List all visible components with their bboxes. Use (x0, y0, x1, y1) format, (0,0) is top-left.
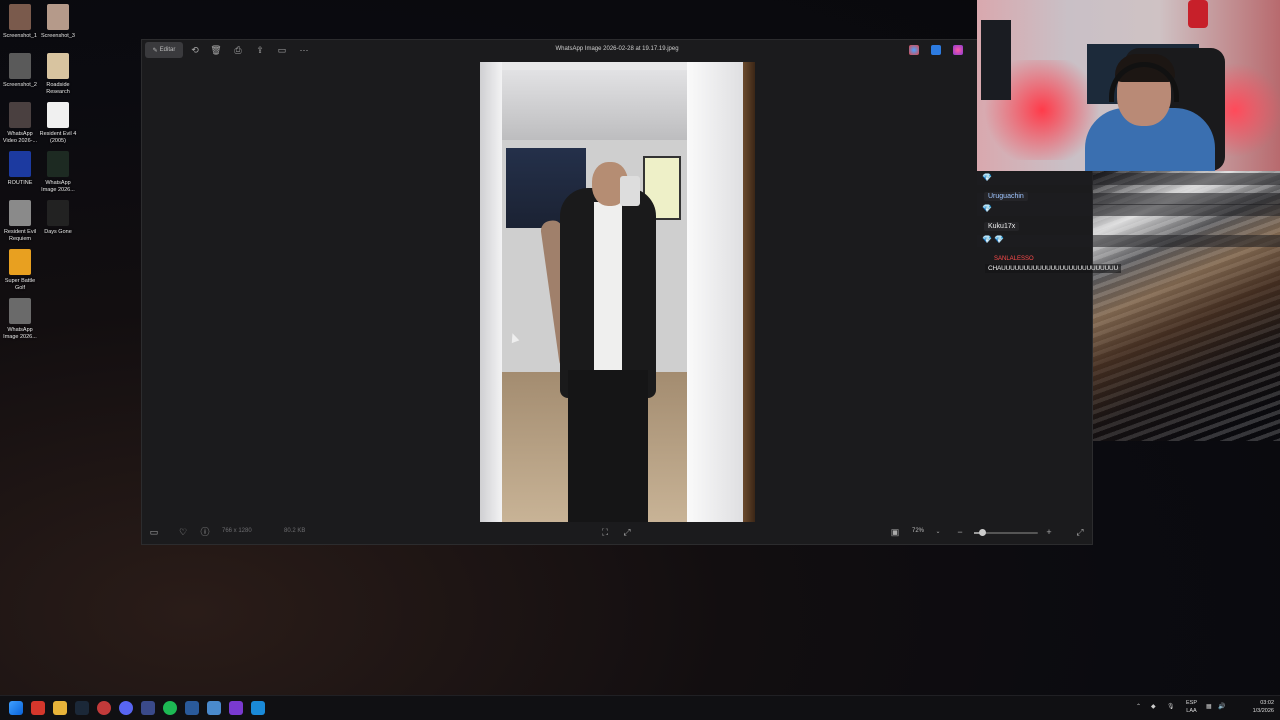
desktop-icon-label: Super Battle Golf (4, 278, 36, 291)
clock-date: 1/3/2026 (1252, 708, 1274, 714)
chat-emote: 💎 (982, 173, 992, 182)
desktop-icon-image (9, 4, 31, 30)
tray-app-icon[interactable]: ◆ (1151, 703, 1156, 710)
desktop-icon[interactable]: WhatsApp Video 2026-... (0, 102, 40, 145)
desktop-icon-image (9, 53, 31, 79)
desktop-icon[interactable]: Days Gone (38, 200, 78, 236)
desktop-icon[interactable]: Resident Evil 4 (2005) (38, 102, 78, 145)
chat-user-kuku17x: Kuku17x (984, 222, 1020, 231)
photos-icon[interactable] (251, 701, 265, 715)
desktop-icon-label: Screenshot_1 (3, 33, 37, 39)
desktop-icon[interactable]: Roadside Research (38, 53, 78, 96)
desktop-icon-label: Screenshot_3 (41, 33, 75, 39)
desktop-icon[interactable]: Screenshot_2 (0, 53, 40, 89)
app-icon[interactable] (207, 701, 221, 715)
bottom-bar: ▭ ♡ ⓘ 766 x 1280 80.2 KB ⛶ ⤢ ▣ 72% ⌄ − +… (142, 520, 1092, 544)
edit-in-app-icon[interactable] (931, 45, 941, 55)
chat-message: 💎 (982, 173, 992, 182)
desktop-icon-image (47, 151, 69, 177)
microphone-icon[interactable]: 🎙 (1167, 703, 1175, 710)
desktop-icon-label: WhatsApp Video 2026-... (2, 131, 38, 144)
designer-icon[interactable] (953, 45, 963, 55)
desktop-icon-image (9, 298, 31, 324)
chat-emote: 💎 (982, 204, 992, 213)
desktop-icon[interactable]: WhatsApp Image 2026... (0, 298, 40, 341)
desktop-icon-image (9, 249, 31, 275)
language-code: ESP LAA (1186, 700, 1198, 714)
actual-size-icon[interactable]: ⤢ (621, 526, 633, 538)
image-dimensions: 766 x 1280 (222, 528, 252, 534)
desktop-icon-image (47, 4, 69, 30)
chat-username: SANLALESSO (994, 255, 1034, 262)
desktop-icon-label: Roadside Research (46, 82, 70, 95)
desktop-icon[interactable]: Super Battle Golf (0, 249, 40, 292)
desktop-icon-label: Resident Evil Requiem (3, 229, 37, 242)
title-bar: ✎ Editar ⟲ 🗑 ⎙ ⇪ ▭ ⋯ WhatsApp Image 2026… (142, 40, 1092, 62)
file-explorer-icon[interactable] (53, 701, 67, 715)
window-title: WhatsApp Image 2026-02-28 at 19.17.19.jp… (555, 46, 679, 52)
chat-user-sanlalesso: SANLALESSO (994, 256, 1034, 262)
chat-username: Kuku17x (984, 222, 1020, 231)
desktop-icon-label: WhatsApp Image 2026... (41, 180, 75, 193)
desktop-icon-label: Screenshot_2 (3, 82, 37, 88)
clock[interactable]: 03:02 1/3/2026 (1253, 699, 1274, 715)
zoom-slider-thumb[interactable] (978, 529, 986, 536)
desktop-icon-label: WhatsApp Image 2026... (3, 327, 37, 340)
start-icon[interactable] (9, 701, 23, 715)
chat-user-uruguachin: Uruguachin (984, 192, 1028, 201)
chat-message-text: CHAUUUUUUUUUUUUUUUUUUUUUUUUUU (985, 264, 1121, 273)
copilot-icon[interactable] (909, 45, 919, 55)
app-icon[interactable] (229, 701, 243, 715)
chrome-icon[interactable] (97, 701, 111, 715)
filmstrip-icon[interactable]: ▭ (148, 526, 160, 538)
zoom-in-icon[interactable]: + (1043, 526, 1055, 538)
browser-icon[interactable] (31, 701, 45, 715)
fullscreen-icon[interactable]: ⤢ (1074, 526, 1086, 538)
favorite-icon[interactable]: ♡ (177, 526, 189, 538)
desktop-icon[interactable]: ROUTINE (0, 151, 40, 187)
network-icon[interactable]: ▦ (1206, 703, 1212, 710)
mirror-selfie-photo (480, 62, 755, 522)
desktop-icon[interactable]: Resident Evil Requiem (0, 200, 40, 243)
desktop-icon-label: Resident Evil 4 (2005) (39, 131, 77, 144)
discord-icon[interactable] (119, 701, 133, 715)
zoom-percentage[interactable]: 72% (912, 528, 924, 534)
desktop-icon[interactable]: Screenshot_1 (0, 4, 40, 40)
file-size: 80.2 KB (284, 528, 306, 534)
chat-emote: 💎 💎 (982, 235, 1005, 244)
clock-time: 03:02 (1260, 700, 1274, 706)
webcam-overlay (977, 0, 1280, 171)
volume-icon[interactable]: 🔊 (1218, 703, 1225, 710)
zoom-out-icon[interactable]: − (954, 526, 966, 538)
screenshot-icon[interactable]: ▣ (889, 526, 901, 538)
spotify-icon[interactable] (163, 701, 177, 715)
app-icon[interactable] (185, 701, 199, 715)
chat-username: Uruguachin (984, 192, 1028, 201)
fit-icon[interactable]: ⛶ (599, 526, 611, 538)
app-icon[interactable] (141, 701, 155, 715)
desktop-icon-label: Days Gone (44, 229, 72, 235)
desktop-icon-image (9, 102, 31, 128)
desktop-icon-image (47, 53, 69, 79)
chat-message: CHAUUUUUUUUUUUUUUUUUUUUUUUUUU (985, 264, 1121, 273)
info-icon[interactable]: ⓘ (199, 526, 211, 538)
desktop-icon-image (47, 200, 69, 226)
photo-viewer-window: ✎ Editar ⟲ 🗑 ⎙ ⇪ ▭ ⋯ WhatsApp Image 2026… (141, 39, 1093, 545)
steam-icon[interactable] (75, 701, 89, 715)
chevron-down-icon[interactable]: ⌄ (932, 526, 944, 538)
desktop-icon-image (9, 200, 31, 226)
chevron-up-icon[interactable]: ⌃ (1136, 703, 1141, 710)
desktop-icon[interactable]: WhatsApp Image 2026... (38, 151, 78, 194)
desktop-icon-image (9, 151, 31, 177)
zoom-slider[interactable] (974, 529, 1038, 536)
taskbar: ⌃ ◆ 🎙 ESP LAA ▦ 🔊 03:02 1/3/2026 (0, 695, 1280, 720)
chat-message: 💎 (982, 204, 992, 213)
chat-message: 💎 💎 (982, 235, 1004, 244)
desktop-icon-label: ROUTINE (7, 180, 33, 186)
language-indicator[interactable]: ESP LAA (1186, 699, 1197, 715)
desktop-icon-image (47, 102, 69, 128)
desktop-icon[interactable]: Screenshot_3 (38, 4, 78, 40)
